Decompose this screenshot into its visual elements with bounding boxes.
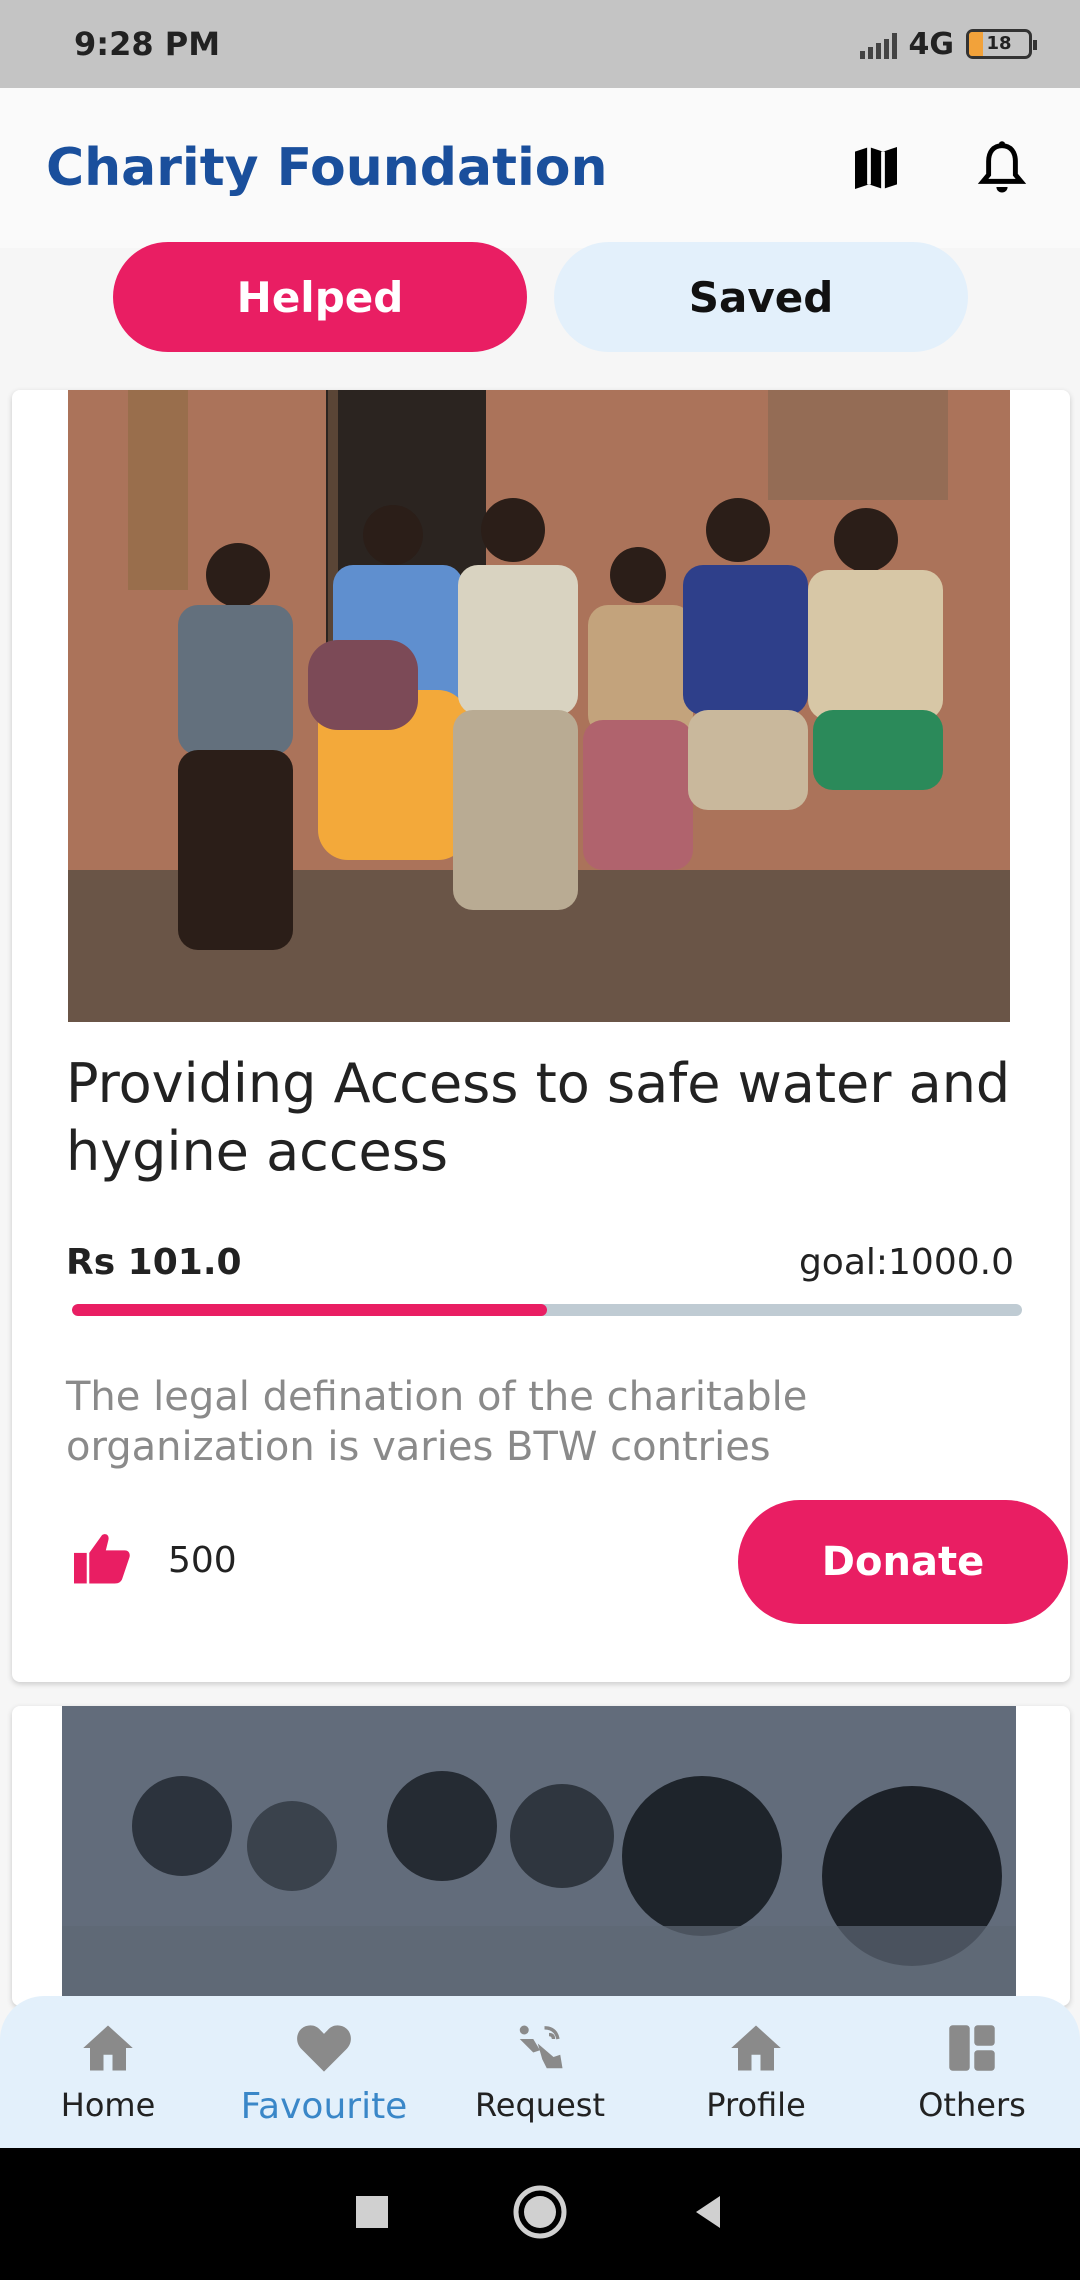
- nav-request-label: Request: [475, 2086, 605, 2124]
- like-count: 500: [168, 1539, 237, 1581]
- app-bar: Charity Foundation: [0, 88, 1080, 248]
- progress-fill: [72, 1304, 547, 1316]
- status-indicators: 4G 18: [859, 26, 1037, 62]
- nav-favourite[interactable]: Favourite: [216, 1996, 432, 2148]
- request-icon: [510, 2018, 570, 2078]
- campaign-title: Providing Access to safe water and hygin…: [66, 1052, 1011, 1183]
- system-nav-bar: [0, 2148, 1080, 2280]
- nav-request[interactable]: Request: [432, 1996, 648, 2148]
- nav-home[interactable]: Home: [0, 1996, 216, 2148]
- nav-profile-label: Profile: [706, 2086, 806, 2124]
- campaign-description: The legal defination of the charitable o…: [66, 1374, 808, 1470]
- campaign-photo: [68, 390, 1010, 1022]
- page-title: Charity Foundation: [46, 138, 608, 198]
- thumbs-up-icon[interactable]: [70, 1530, 134, 1590]
- status-bar: 9:28 PM 4G 18: [0, 0, 1080, 88]
- tab-saved[interactable]: Saved: [554, 242, 968, 352]
- segment-tabs: Helped Saved: [0, 242, 1080, 352]
- campaign-card[interactable]: [12, 1706, 1070, 2006]
- dashboard-icon: [942, 2018, 1002, 2078]
- nav-favourite-label: Favourite: [240, 2086, 408, 2127]
- home-icon: [726, 2018, 786, 2078]
- tab-helped[interactable]: Helped: [113, 242, 527, 352]
- network-label: 4G: [908, 26, 955, 62]
- home-button-icon[interactable]: [512, 2184, 568, 2244]
- donate-button[interactable]: Donate: [738, 1500, 1068, 1624]
- heart-icon: [294, 2018, 354, 2078]
- goal-amount: goal:1000.0: [798, 1242, 1014, 1283]
- battery-level: 18: [986, 33, 1012, 54]
- status-time: 9:28 PM: [74, 25, 221, 63]
- campaign-photo: [62, 1706, 1016, 2006]
- nav-profile[interactable]: Profile: [648, 1996, 864, 2148]
- signal-icon: [859, 29, 897, 59]
- nav-home-label: Home: [60, 2086, 156, 2124]
- recents-icon[interactable]: [352, 2192, 392, 2236]
- bell-icon[interactable]: [970, 136, 1034, 200]
- nav-others[interactable]: Others: [864, 1996, 1080, 2148]
- likes: 500: [70, 1530, 237, 1590]
- campaign-card[interactable]: Providing Access to safe water and hygin…: [12, 390, 1070, 1682]
- progress-bar: [72, 1304, 1022, 1316]
- raised-amount: Rs 101.0: [66, 1242, 242, 1283]
- back-icon[interactable]: [688, 2192, 728, 2236]
- battery-icon: 18: [966, 29, 1037, 59]
- home-icon: [78, 2018, 138, 2078]
- map-icon[interactable]: [844, 136, 908, 200]
- nav-others-label: Others: [918, 2086, 1026, 2124]
- bottom-nav: Home Favourite Request Profile Others: [0, 1996, 1080, 2148]
